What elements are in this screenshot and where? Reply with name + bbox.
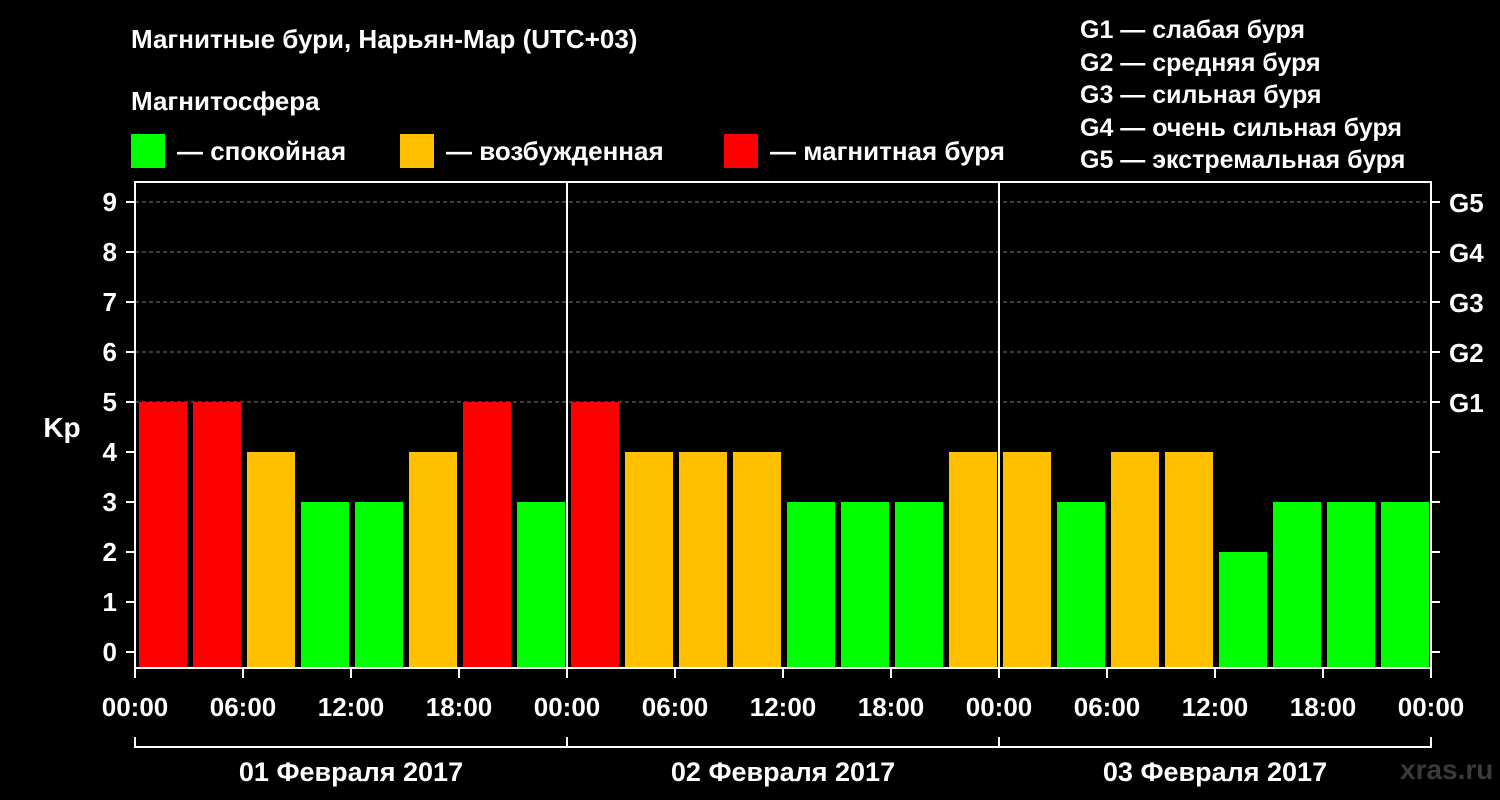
x-tick-label-10: 12:00 xyxy=(1182,692,1249,722)
bar-14 xyxy=(895,502,943,668)
bar-1 xyxy=(193,402,241,668)
bar-22 xyxy=(1327,502,1375,668)
x-tick-label-9: 06:00 xyxy=(1074,692,1141,722)
bar-7 xyxy=(517,502,565,668)
bar-23 xyxy=(1381,502,1429,668)
g-level-label-G4: G4 xyxy=(1449,238,1484,268)
bar-9 xyxy=(625,452,673,668)
y-tick-label-5: 5 xyxy=(103,387,117,417)
bar-4 xyxy=(355,502,403,668)
date-label-0: 01 Февраля 2017 xyxy=(239,757,463,787)
bar-3 xyxy=(301,502,349,668)
date-label-1: 02 Февраля 2017 xyxy=(671,757,895,787)
bar-17 xyxy=(1057,502,1105,668)
y-tick-label-6: 6 xyxy=(103,337,117,367)
y-tick-label-9: 9 xyxy=(103,187,117,217)
g-level-label-G1: G1 xyxy=(1449,388,1484,418)
x-tick-label-8: 00:00 xyxy=(966,692,1033,722)
bar-20 xyxy=(1219,552,1267,668)
bar-6 xyxy=(463,402,511,668)
bar-10 xyxy=(679,452,727,668)
bars-group xyxy=(139,402,1429,668)
x-tick-label-0: 00:00 xyxy=(102,692,169,722)
date-label-2: 03 Февраля 2017 xyxy=(1103,757,1327,787)
grid-lines xyxy=(135,201,1431,403)
bar-16 xyxy=(1003,452,1051,668)
x-tick-label-3: 18:00 xyxy=(426,692,493,722)
bar-19 xyxy=(1165,452,1213,668)
y-tick-label-0: 0 xyxy=(103,637,117,667)
x-tick-label-1: 06:00 xyxy=(210,692,277,722)
bar-8 xyxy=(571,402,619,668)
y-axis-label: Kp xyxy=(43,412,80,443)
y-tick-label-7: 7 xyxy=(103,287,117,317)
x-tick-label-6: 12:00 xyxy=(750,692,817,722)
bar-11 xyxy=(733,452,781,668)
bar-15 xyxy=(949,452,997,668)
bar-13 xyxy=(841,502,889,668)
bar-2 xyxy=(247,452,295,668)
axes-group: 0 1 2 3 4 5 6 7 8 9 G1 G2 G3 G4 G5 00:00 06:00 12:00 18:00… xyxy=(102,181,1484,787)
bar-18 xyxy=(1111,452,1159,668)
bar-5 xyxy=(409,452,457,668)
y-tick-label-1: 1 xyxy=(103,587,117,617)
y-tick-label-3: 3 xyxy=(103,487,117,517)
kp-chart: 0 1 2 3 4 5 6 7 8 9 G1 G2 G3 G4 G5 00:00 06:00 12:00 18:00… xyxy=(43,181,1484,787)
x-tick-label-5: 06:00 xyxy=(642,692,709,722)
x-tick-label-7: 18:00 xyxy=(858,692,925,722)
x-tick-label-4: 00:00 xyxy=(534,692,601,722)
bar-12 xyxy=(787,502,835,668)
y-tick-label-8: 8 xyxy=(103,237,117,267)
y-tick-label-2: 2 xyxy=(103,537,117,567)
g-level-label-G3: G3 xyxy=(1449,288,1484,318)
watermark: xras.ru xyxy=(1400,754,1494,785)
g-level-label-G2: G2 xyxy=(1449,338,1484,368)
y-tick-label-4: 4 xyxy=(103,437,118,467)
x-tick-label-11: 18:00 xyxy=(1290,692,1357,722)
bar-0 xyxy=(139,402,187,668)
x-tick-label-12: 00:00 xyxy=(1398,692,1465,722)
g-level-label-G5: G5 xyxy=(1449,188,1484,218)
bar-21 xyxy=(1273,502,1321,668)
x-tick-label-2: 12:00 xyxy=(318,692,385,722)
